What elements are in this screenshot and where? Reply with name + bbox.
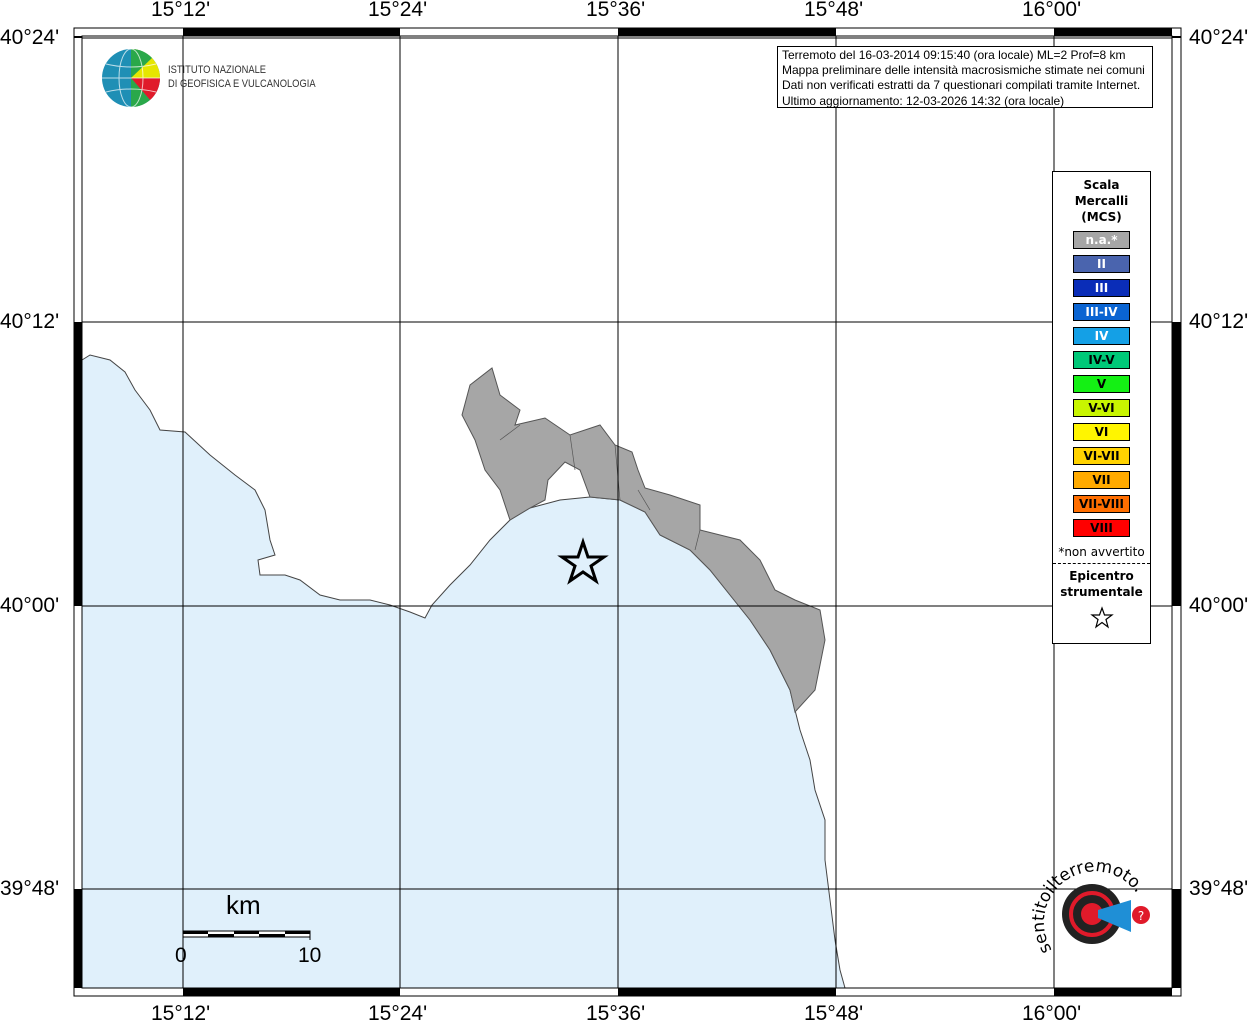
legend-swatch: VIII [1073, 519, 1130, 537]
lon-tick-bottom: 16°00' [1022, 1002, 1082, 1025]
mcs-legend: Scala Mercalli (MCS) n.a.* II III III-IV IV I… [1052, 171, 1151, 644]
star-outline-icon [1089, 606, 1114, 629]
lat-tick-right: 40°24' [1189, 26, 1249, 49]
legend-title: Scala Mercalli (MCS) [1053, 177, 1150, 225]
legend-divider [1053, 563, 1150, 564]
lat-tick-left: 40°24' [0, 26, 60, 49]
ingv-logo-text: ISTITUTO NAZIONALE DI GEOFISICA E VULCAN… [168, 63, 316, 91]
map-description: Mappa preliminare delle intensità macros… [782, 63, 1145, 78]
legend-swatch: VII-VIII [1073, 495, 1130, 513]
epicenter-legend: Epicentro strumentale [1053, 568, 1150, 600]
legend-title-line: (MCS) [1081, 210, 1122, 224]
legend-swatch: VII [1073, 471, 1130, 489]
lon-tick-bottom: 15°48' [804, 1002, 864, 1025]
legend-note: *non avvertito [1058, 545, 1145, 559]
ingv-line1: ISTITUTO NAZIONALE [168, 64, 267, 76]
lat-tick-left: 40°00' [0, 594, 60, 617]
legend-swatch: IV [1073, 327, 1130, 345]
legend-swatch: IV-V [1073, 351, 1130, 369]
legend-title-line: Mercalli [1074, 194, 1129, 208]
legend-swatch: II [1073, 255, 1130, 273]
lon-tick-top: 15°36' [586, 0, 646, 21]
legend-swatch: III-IV [1073, 303, 1130, 321]
legend-swatches: n.a.* II III III-IV IV IV-V V V-VI VI VI-VII VII VI… [1053, 231, 1150, 537]
lon-tick-top: 15°48' [804, 0, 864, 21]
event-info-box: Terremoto del 16-03-2014 09:15:40 (ora l… [777, 46, 1153, 108]
legend-swatch: VI [1073, 423, 1130, 441]
lon-tick-bottom: 15°24' [368, 1002, 428, 1025]
lon-tick-top: 16°00' [1022, 0, 1082, 21]
lon-tick-bottom: 15°36' [586, 1002, 646, 1025]
lon-tick-top: 15°12' [151, 0, 211, 21]
epicenter-label: strumentale [1060, 585, 1143, 599]
legend-swatch: V [1073, 375, 1130, 393]
scale-start: 0 [175, 944, 187, 967]
epicenter-label: Epicentro [1069, 569, 1134, 583]
ingv-line2: DI GEOFISICA E VULCANOLOGIA [168, 78, 316, 90]
event-line: Terremoto del 16-03-2014 09:15:40 (ora l… [782, 48, 1126, 62]
ingv-logo-globe [102, 48, 161, 108]
lat-tick-right: 40°12' [1189, 310, 1249, 333]
lat-tick-left: 39°48' [0, 877, 60, 900]
lat-tick-right: 39°48' [1189, 877, 1249, 900]
scale-unit: km [226, 890, 261, 920]
svg-text:?: ? [1138, 909, 1144, 923]
lon-tick-bottom: 15°12' [151, 1002, 211, 1025]
data-note: Dati non verificati estratti da 7 questi… [782, 78, 1141, 93]
legend-swatch: V-VI [1073, 399, 1130, 417]
lon-tick-top: 15°24' [368, 0, 428, 21]
intensity-map: ? sentitoilterremoto.it 15°12' 15°24' 15… [0, 0, 1254, 1025]
last-update: Ultimo aggiornamento: 12-03-2026 14:32 (… [782, 93, 1065, 108]
lat-tick-left: 40°12' [0, 310, 60, 333]
legend-swatch: III [1073, 279, 1130, 297]
legend-swatch: VI-VII [1073, 447, 1130, 465]
legend-swatch: n.a.* [1073, 231, 1130, 249]
scale-end: 10 [298, 944, 322, 967]
lat-tick-right: 40°00' [1189, 594, 1249, 617]
legend-title-line: Scala [1083, 178, 1120, 192]
